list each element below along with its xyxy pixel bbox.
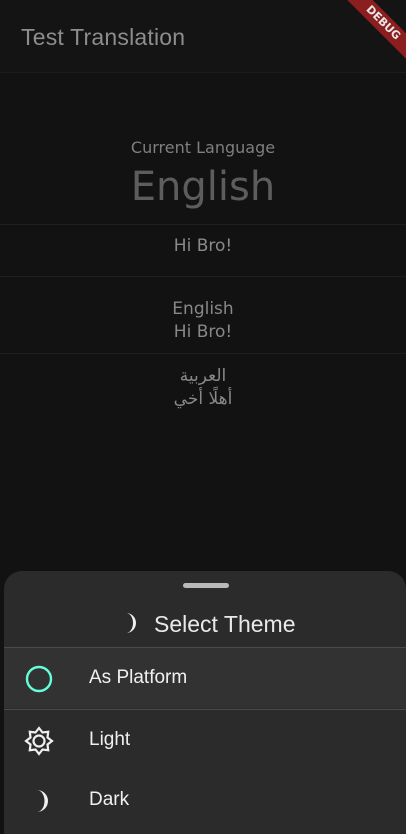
debug-banner-label: DEBUG xyxy=(337,0,406,69)
moon-icon xyxy=(126,613,136,633)
app-bar: Test Translation DEBUG xyxy=(0,0,406,73)
sheet-title: Select Theme xyxy=(154,611,296,637)
divider xyxy=(0,353,406,354)
theme-option-label: Light xyxy=(89,729,131,750)
language-greeting: Hi Bro! xyxy=(173,322,233,342)
divider xyxy=(0,276,406,277)
theme-option-label: As Platform xyxy=(89,667,188,688)
language-name: English xyxy=(172,299,234,319)
sheet-header: Select Theme xyxy=(4,607,406,643)
theme-option-dark[interactable]: Dark xyxy=(4,770,406,830)
drag-handle[interactable] xyxy=(183,583,229,588)
debug-banner: DEBUG xyxy=(336,0,406,70)
circle-outline-icon xyxy=(25,665,53,693)
moon-icon xyxy=(37,790,48,812)
sun-icon xyxy=(24,726,54,756)
language-name: العربية xyxy=(179,366,227,386)
divider xyxy=(0,224,406,225)
theme-option-as-platform[interactable]: As Platform xyxy=(4,648,406,708)
language-greeting: أهلًا أخي xyxy=(173,389,233,409)
theme-option-light[interactable]: Light xyxy=(4,710,406,770)
list-item[interactable]: English Hi Bro! xyxy=(0,298,406,344)
theme-option-label: Dark xyxy=(89,789,130,810)
greeting-text: Hi Bro! xyxy=(173,236,233,256)
current-language-label: Current Language xyxy=(130,138,276,157)
list-item[interactable]: العربية أهلًا أخي xyxy=(0,365,406,411)
theme-bottom-sheet: Select Theme As Platform Light Dark xyxy=(4,571,406,834)
app-title: Test Translation xyxy=(21,24,186,50)
current-language: English xyxy=(130,164,276,210)
